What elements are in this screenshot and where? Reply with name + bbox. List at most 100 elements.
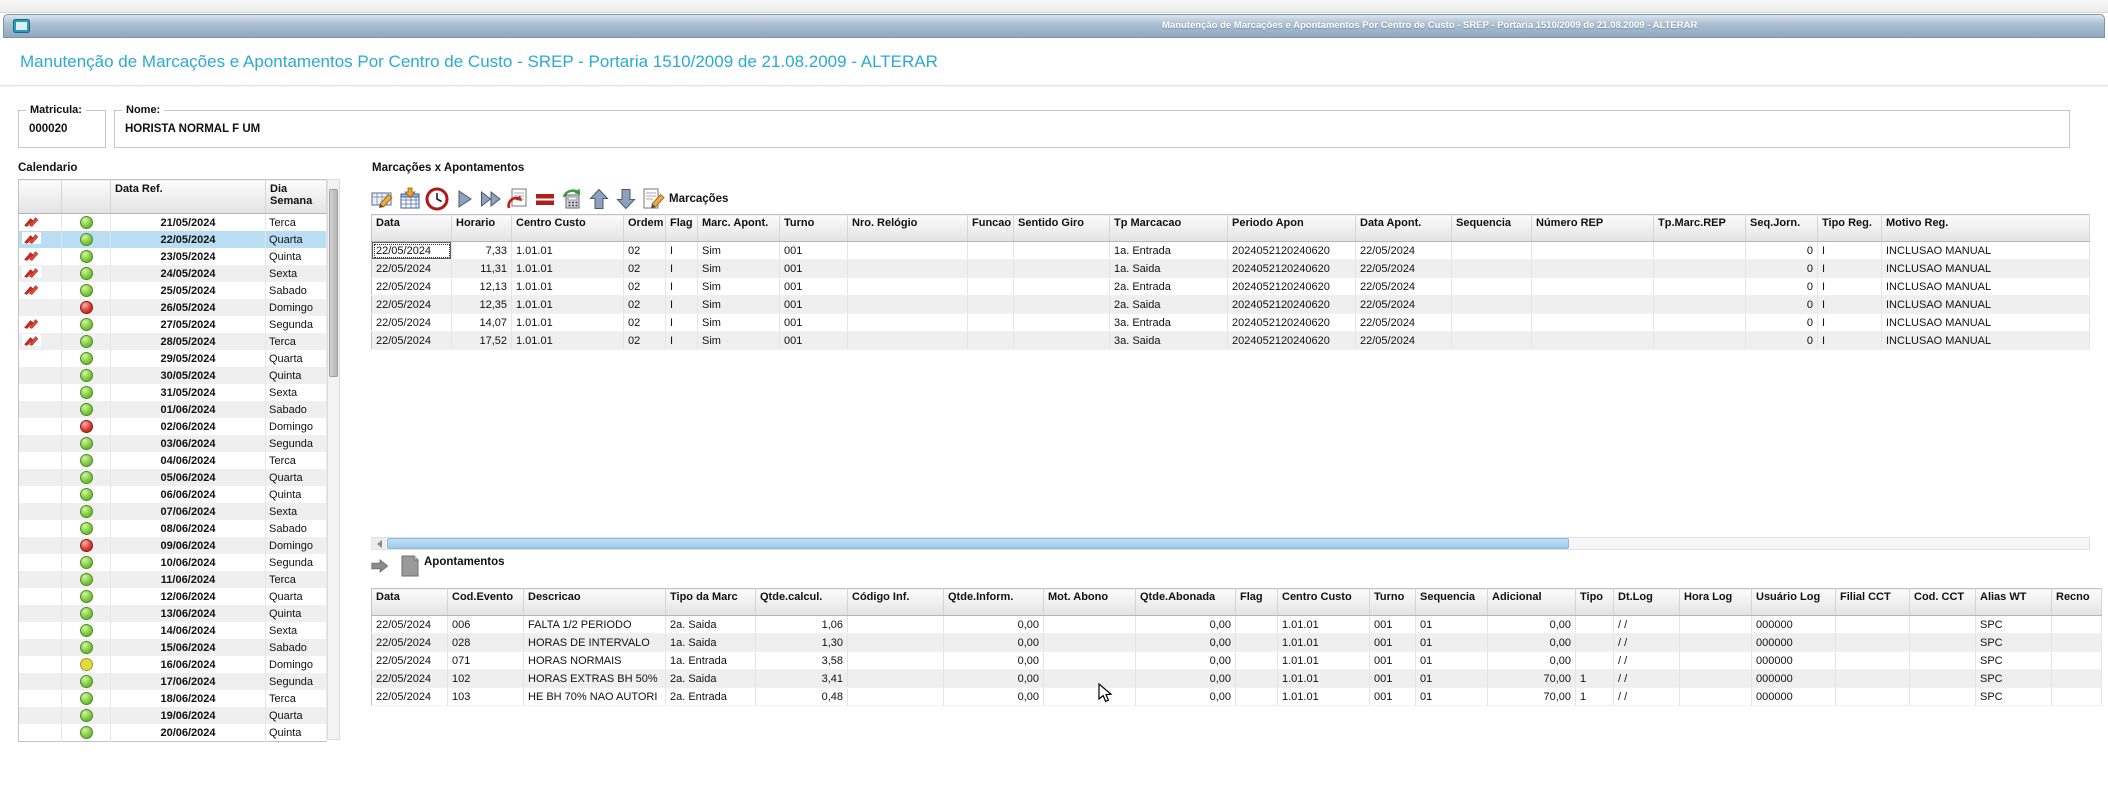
cell[interactable] bbox=[1679, 669, 1752, 688]
cell[interactable]: 001 bbox=[779, 295, 848, 314]
cell[interactable]: 000000 bbox=[1751, 669, 1836, 688]
cell[interactable]: 0 bbox=[1745, 331, 1818, 350]
calendar-day-cell[interactable]: Domingo bbox=[265, 656, 327, 673]
cell[interactable] bbox=[1835, 687, 1910, 706]
cell[interactable]: 1 bbox=[1575, 687, 1614, 706]
calendar-date-cell[interactable]: 31/05/2024 bbox=[110, 384, 266, 401]
cell[interactable]: 22/05/2024 bbox=[1355, 259, 1452, 278]
cell[interactable] bbox=[1909, 669, 1976, 688]
calendar-date-cell[interactable]: 11/06/2024 bbox=[110, 571, 266, 588]
cell[interactable]: Sim bbox=[697, 331, 780, 350]
calendar-date-cell[interactable]: 26/05/2024 bbox=[110, 299, 266, 316]
calendar-row[interactable]: 05/06/2024 Quarta bbox=[18, 469, 327, 486]
cell[interactable]: INCLUSAO MANUAL bbox=[1881, 313, 2090, 332]
cell[interactable]: / / bbox=[1613, 615, 1680, 634]
cell[interactable]: 0 bbox=[1745, 277, 1818, 296]
cell[interactable] bbox=[2051, 615, 2102, 634]
calendar-day-cell[interactable]: Quarta bbox=[265, 469, 327, 486]
calendar-day-cell[interactable]: Terca bbox=[265, 690, 327, 707]
cell[interactable]: 000000 bbox=[1751, 651, 1836, 670]
cell[interactable]: I bbox=[665, 259, 698, 278]
cell[interactable] bbox=[1043, 651, 1136, 670]
cell[interactable] bbox=[1909, 633, 1976, 652]
cell[interactable] bbox=[2051, 633, 2102, 652]
calendar-date-cell[interactable]: 24/05/2024 bbox=[110, 265, 266, 282]
cell[interactable]: HORAS DE INTERVALO bbox=[523, 633, 666, 652]
cell[interactable]: 1.01.01 bbox=[1277, 633, 1370, 652]
calendar-day-cell[interactable]: Terca bbox=[265, 452, 327, 469]
calendar-row[interactable]: 26/05/2024 Domingo bbox=[18, 299, 327, 316]
cell[interactable] bbox=[1013, 277, 1110, 296]
calendar-date-cell[interactable]: 05/06/2024 bbox=[110, 469, 266, 486]
cell[interactable] bbox=[2051, 669, 2102, 688]
cell[interactable]: 22/05/2024 bbox=[1355, 313, 1452, 332]
calendar-day-cell[interactable]: Segunda bbox=[265, 673, 327, 690]
cell[interactable] bbox=[847, 313, 968, 332]
calendar-date-cell[interactable]: 23/05/2024 bbox=[110, 248, 266, 265]
cell[interactable]: 1a. Entrada bbox=[1109, 241, 1228, 260]
cell[interactable]: 22/05/2024 bbox=[371, 259, 452, 278]
cell[interactable]: 1.01.01 bbox=[1277, 651, 1370, 670]
cell[interactable]: 02 bbox=[623, 277, 666, 296]
cell[interactable] bbox=[1531, 277, 1654, 296]
cell[interactable]: 0,00 bbox=[1135, 615, 1236, 634]
calendar-row[interactable]: 12/06/2024 Quarta bbox=[18, 588, 327, 605]
calendar-scrollbar-thumb[interactable] bbox=[329, 189, 338, 377]
cell[interactable]: 2024052120240620 bbox=[1227, 295, 1356, 314]
calendar-date-cell[interactable]: 10/06/2024 bbox=[110, 554, 266, 571]
cell[interactable]: 2a. Saida bbox=[1109, 295, 1228, 314]
cell[interactable] bbox=[1653, 259, 1746, 278]
cell[interactable]: SPC bbox=[1975, 669, 2052, 688]
cell[interactable]: 11,31 bbox=[451, 259, 512, 278]
cell[interactable]: 01 bbox=[1415, 687, 1488, 706]
cell[interactable]: 001 bbox=[1369, 669, 1416, 688]
cell[interactable]: INCLUSAO MANUAL bbox=[1881, 241, 2090, 260]
cell[interactable] bbox=[847, 331, 968, 350]
cell[interactable] bbox=[1451, 259, 1532, 278]
cell[interactable] bbox=[1653, 295, 1746, 314]
calendar-row[interactable]: 30/05/2024 Quinta bbox=[18, 367, 327, 384]
cell[interactable]: 006 bbox=[447, 615, 524, 634]
cell[interactable] bbox=[1043, 687, 1136, 706]
cell[interactable]: 7,33 bbox=[451, 241, 512, 260]
calendar-row[interactable]: 15/06/2024 Sabado bbox=[18, 639, 327, 656]
cell[interactable]: 000000 bbox=[1751, 687, 1836, 706]
calendar-date-cell[interactable]: 30/05/2024 bbox=[110, 367, 266, 384]
cell[interactable]: 22/05/2024 bbox=[371, 687, 448, 706]
cell[interactable] bbox=[1531, 241, 1654, 260]
calendar-date-cell[interactable]: 21/05/2024 bbox=[110, 213, 266, 231]
grid-row[interactable]: 22/05/2024 102 HORAS EXTRAS BH 50% 2a. Said… bbox=[371, 669, 2102, 688]
cell[interactable]: INCLUSAO MANUAL bbox=[1881, 331, 2090, 350]
forward-icon[interactable] bbox=[370, 554, 394, 578]
cell[interactable]: SPC bbox=[1975, 615, 2052, 634]
revert-document-icon[interactable] bbox=[506, 187, 530, 211]
calendar-row[interactable]: 09/06/2024 Domingo bbox=[18, 537, 327, 554]
document-icon[interactable] bbox=[398, 554, 422, 578]
calendar-day-cell[interactable]: Segunda bbox=[265, 435, 327, 452]
calendar-date-cell[interactable]: 14/06/2024 bbox=[110, 622, 266, 639]
calendar-day-cell[interactable]: Sabado bbox=[265, 639, 327, 656]
cell[interactable] bbox=[1451, 295, 1532, 314]
cell[interactable]: / / bbox=[1613, 687, 1680, 706]
cell[interactable]: 22/05/2024 bbox=[371, 331, 452, 350]
calendar-day-cell[interactable]: Terca bbox=[265, 213, 327, 231]
cell[interactable]: 000000 bbox=[1751, 633, 1836, 652]
cell[interactable] bbox=[1653, 277, 1746, 296]
calendar-row[interactable]: 24/05/2024 Sexta bbox=[18, 265, 327, 282]
cell[interactable]: 071 bbox=[447, 651, 524, 670]
play-icon[interactable] bbox=[452, 187, 476, 211]
calendar-date-cell[interactable]: 03/06/2024 bbox=[110, 435, 266, 452]
calendar-date-cell[interactable]: 06/06/2024 bbox=[110, 486, 266, 503]
cell[interactable]: 22/05/2024 bbox=[371, 651, 448, 670]
calendar-day-cell[interactable]: Domingo bbox=[265, 299, 327, 316]
cell[interactable]: 1.01.01 bbox=[511, 331, 624, 350]
calendar-date-cell[interactable]: 04/06/2024 bbox=[110, 452, 266, 469]
cell[interactable]: 1.01.01 bbox=[511, 313, 624, 332]
cell[interactable]: 14,07 bbox=[451, 313, 512, 332]
cell[interactable]: 001 bbox=[1369, 687, 1416, 706]
cell[interactable]: I bbox=[1817, 259, 1882, 278]
cell[interactable]: 1,06 bbox=[755, 615, 848, 634]
cell[interactable]: 0,00 bbox=[1135, 687, 1236, 706]
cell[interactable] bbox=[1013, 259, 1110, 278]
calendar-date-cell[interactable]: 12/06/2024 bbox=[110, 588, 266, 605]
